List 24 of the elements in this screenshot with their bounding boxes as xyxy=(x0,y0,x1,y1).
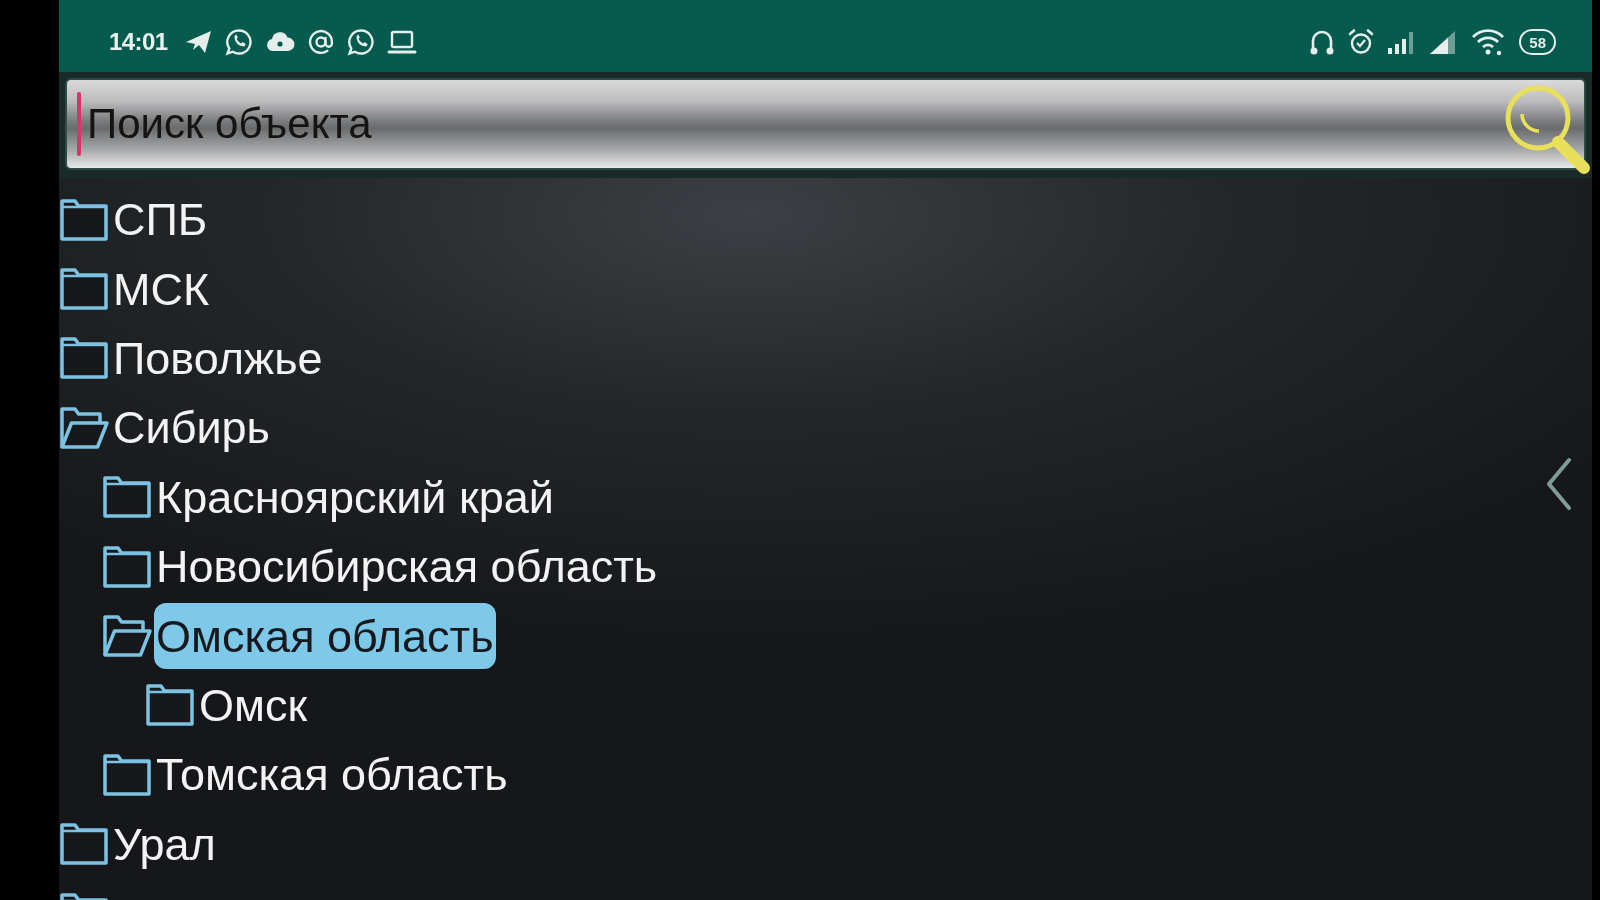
battery-level: 58 xyxy=(1519,29,1556,55)
tree-item-label[interactable]: Урал xyxy=(111,811,218,878)
tree-item-label[interactable]: Поволжье xyxy=(111,325,325,392)
tree-item-label[interactable]: Новосибирская область xyxy=(154,533,660,600)
tree-item-label[interactable]: Омск xyxy=(197,672,310,739)
tree-item-label[interactable]: Сибирь xyxy=(111,394,273,461)
tree-item-label[interactable]: СПБ xyxy=(111,186,210,253)
phone-bubble-icon xyxy=(347,28,376,56)
laptop-icon xyxy=(387,29,418,55)
alarm-clock-icon xyxy=(1347,28,1376,56)
phone-bubble-icon xyxy=(225,28,254,56)
text-cursor-icon xyxy=(77,92,81,156)
headphones-icon xyxy=(1309,28,1336,56)
paper-plane-icon xyxy=(185,29,214,55)
tree-item-label[interactable]: Красноярский край xyxy=(154,464,556,531)
tree-item-label[interactable]: Томская область xyxy=(154,741,510,808)
search-field[interactable]: Поиск объекта xyxy=(65,78,1586,170)
wifi-icon xyxy=(1471,28,1506,56)
status-time: 14:01 xyxy=(109,27,168,57)
tree-item-label[interactable]: МСК xyxy=(111,256,212,323)
cloud-icon xyxy=(265,30,296,54)
chevron-left-icon[interactable] xyxy=(1546,457,1572,511)
tree-item-label[interactable]: Омская область xyxy=(154,603,496,670)
at-sign-icon xyxy=(307,28,336,56)
